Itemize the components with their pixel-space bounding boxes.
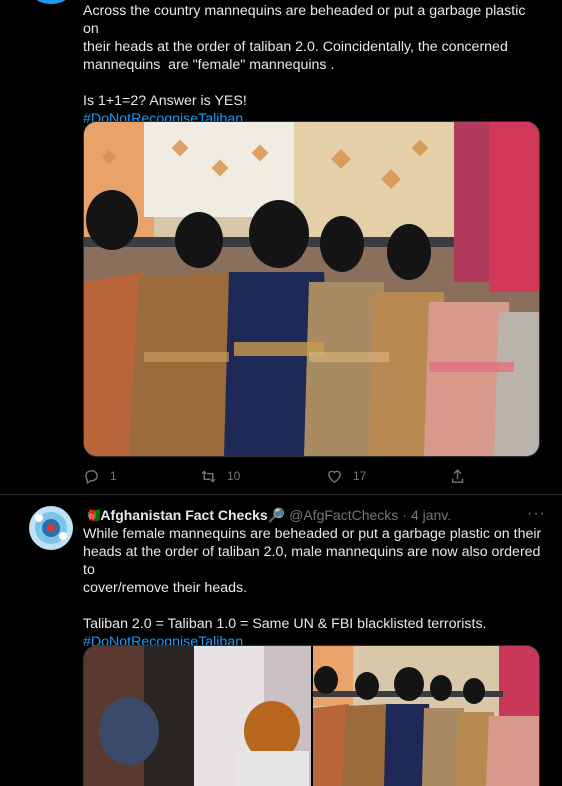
mannequins-photo-icon (84, 646, 539, 786)
heart-icon (328, 470, 341, 483)
tweet-2-text: While female mannequins are beheaded or … (83, 525, 543, 651)
reply-icon (85, 469, 98, 484)
tweet-text-line: cover/remove their heads. (83, 580, 248, 596)
tweet-1[interactable]: Across the country mannequins are behead… (0, 0, 562, 495)
author-name[interactable]: 🇦🇫Afghanistan Fact Checks🔎 (83, 507, 285, 524)
like-count: 17 (353, 469, 367, 483)
tweet-text-line: mannequins are "female" mannequins . (83, 57, 335, 73)
reply-count: 1 (110, 469, 117, 483)
tweet-text-line: Is 1+1=2? Answer is YES! (83, 93, 247, 109)
tweet-text-line: heads at the order of taliban 2.0, male … (83, 544, 545, 578)
tweet-text-line: their heads at the order of taliban 2.0.… (83, 39, 508, 55)
tweet-2-header: 🇦🇫Afghanistan Fact Checks🔎 @AfgFactCheck… (83, 505, 523, 525)
tweet-text-line: While female mannequins are beheaded or … (83, 526, 542, 542)
retweet-count: 10 (227, 469, 241, 483)
share-icon (451, 468, 464, 483)
retweet-icon (201, 470, 216, 482)
tweet-2[interactable]: 🇦🇫Afghanistan Fact Checks🔎 @AfgFactCheck… (0, 495, 562, 786)
tweet-1-actions: 1 10 17 (83, 465, 483, 487)
tweet-text-line: Taliban 2.0 = Taliban 1.0 = Same UN & FB… (83, 616, 487, 632)
more-options-button[interactable]: ··· (527, 505, 546, 523)
tweet-2-photos[interactable] (83, 645, 540, 786)
tweet-1-photo[interactable] (83, 121, 540, 457)
author-handle[interactable]: @AfgFactChecks (289, 507, 398, 523)
avatar[interactable] (31, 0, 71, 4)
retweet-button[interactable]: 10 (200, 465, 240, 487)
avatar[interactable] (29, 506, 73, 550)
separator: · (402, 507, 407, 523)
mannequins-photo-icon (84, 122, 539, 456)
tweet-text-line: Across the country mannequins are behead… (83, 3, 530, 37)
reply-button[interactable]: 1 (83, 465, 117, 487)
share-button[interactable] (449, 465, 476, 487)
like-button[interactable]: 17 (326, 465, 366, 487)
tweet-1-text: Across the country mannequins are behead… (83, 2, 543, 128)
profile-avatar-icon (29, 506, 73, 550)
tweet-date[interactable]: 4 janv. (411, 507, 451, 523)
